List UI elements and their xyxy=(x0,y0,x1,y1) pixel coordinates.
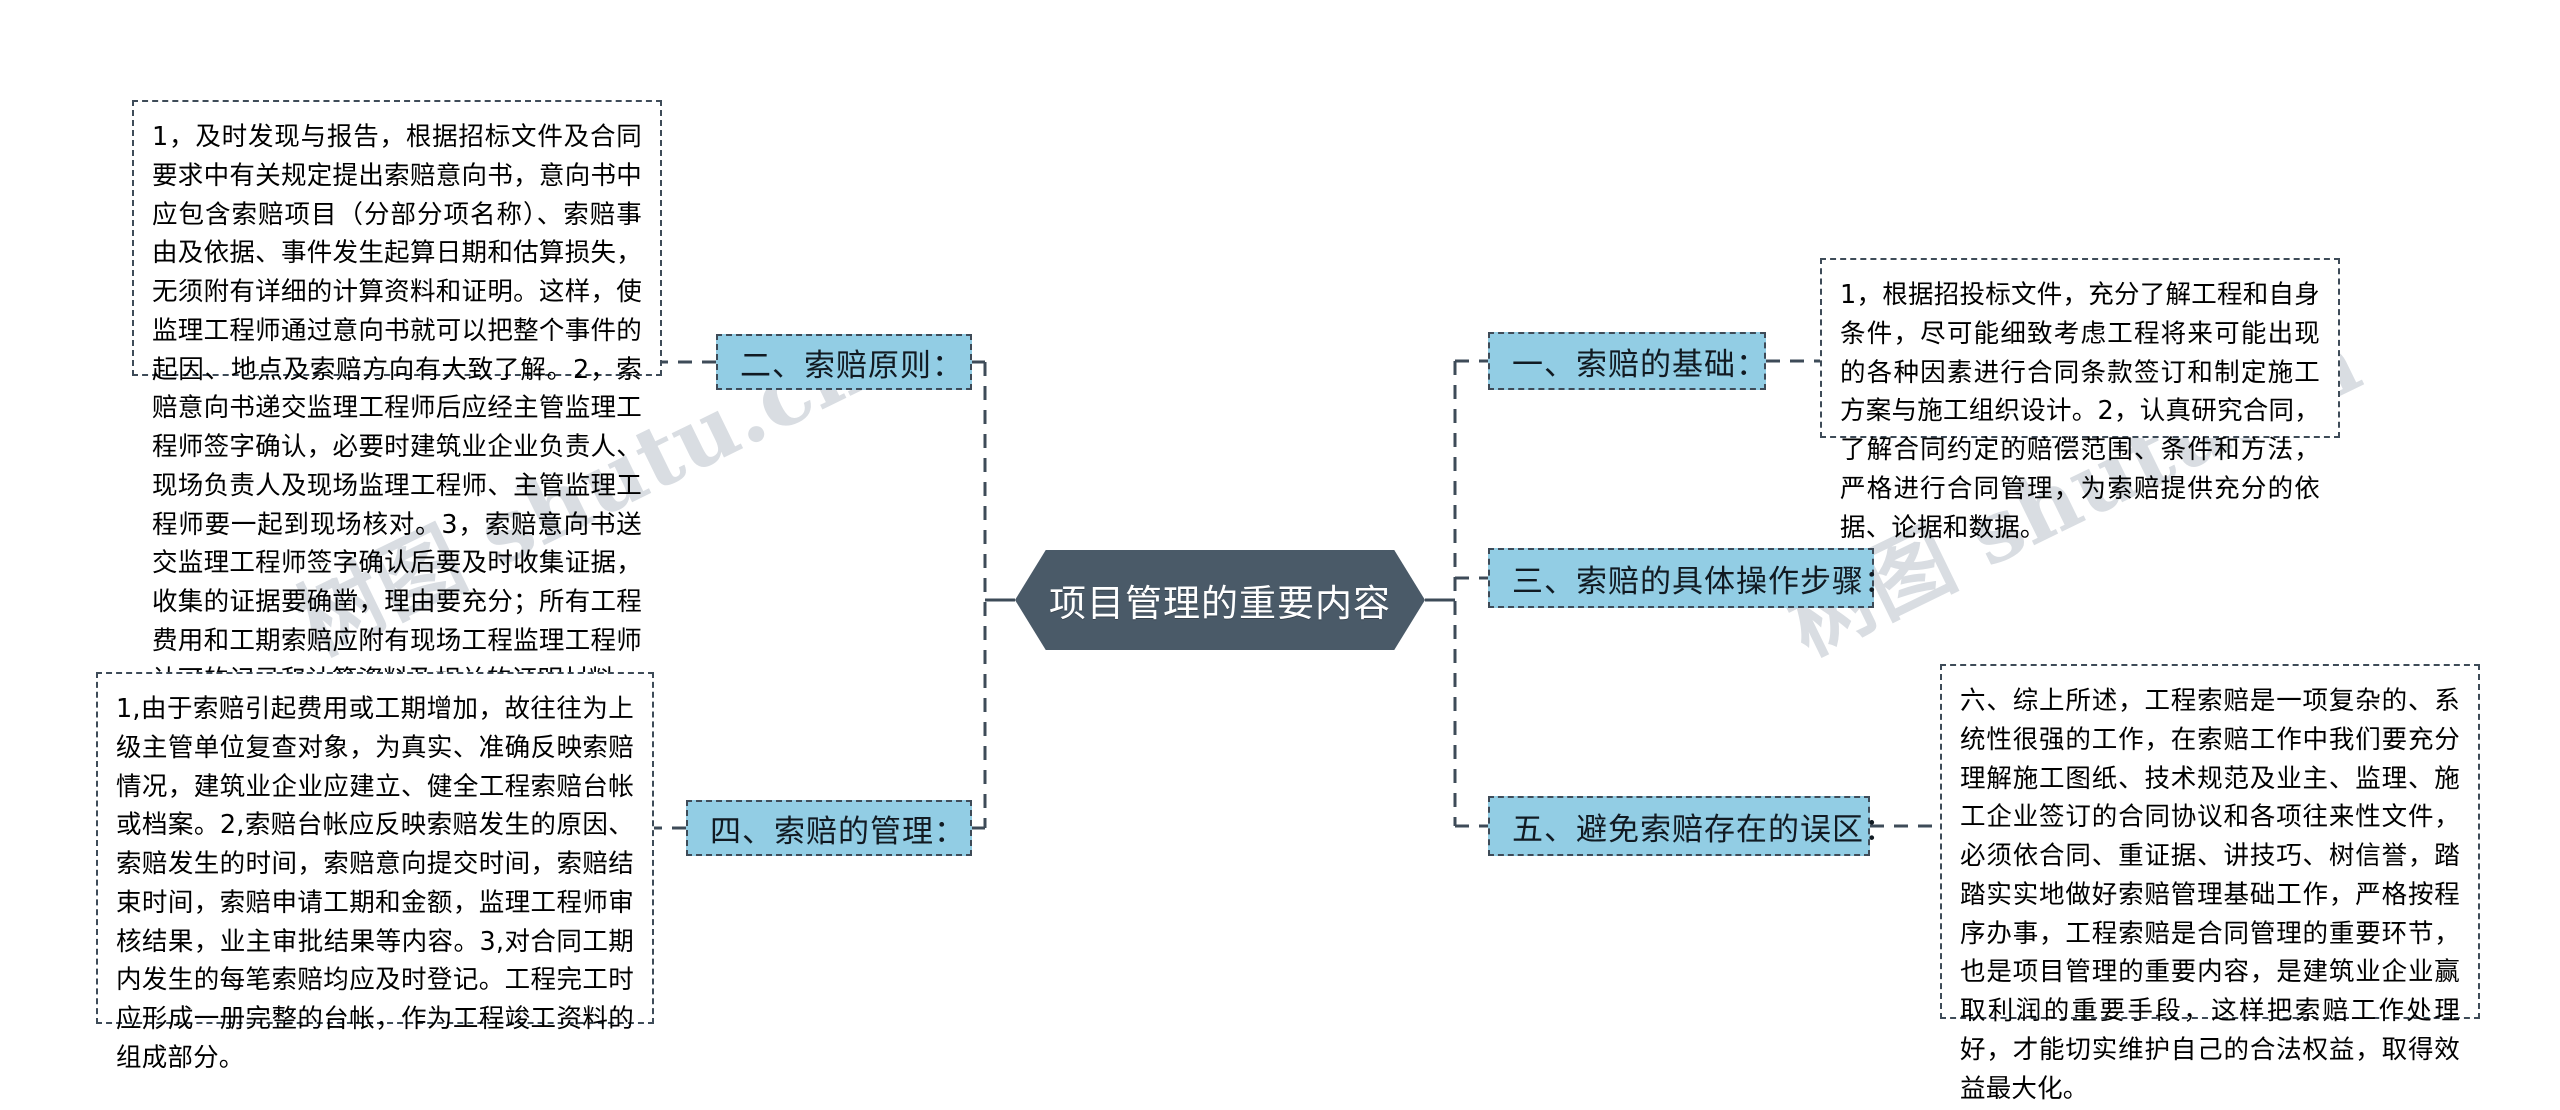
root-node-label: 项目管理的重要内容 xyxy=(1049,582,1391,625)
topic-node-claim-management[interactable]: 四、索赔的管理： xyxy=(686,800,972,856)
detail-box-claim-basis: 1，根据招投标文件，充分了解工程和自身条件，尽可能细致考虑工程将来可能出现的各种… xyxy=(1820,258,2340,543)
topic-node-claim-basis[interactable]: 一、索赔的基础： xyxy=(1488,332,1767,390)
topic-node-avoid-misconceptions[interactable]: 五、避免索赔存在的误区： xyxy=(1488,796,1895,856)
root-node[interactable]: 项目管理的重要内容 xyxy=(1015,550,1425,650)
mindmap-canvas: 树图 shutu.cn 树图 shutu.cn 1，及时发现与报告，根据招标文件… xyxy=(0,0,2560,1110)
detail-box-claim-management: 1,由于索赔引起费用或工期增加，故往往为上级主管单位复查对象，为真实、准确反映索… xyxy=(96,672,654,1073)
detail-box-claim-principles: 1，及时发现与报告，根据招标文件及合同要求中有关规定提出索赔意向书，意向书中应包… xyxy=(132,100,662,695)
topic-node-claim-steps[interactable]: 三、索赔的具体操作步骤： xyxy=(1488,548,1895,608)
topic-node-claim-principles[interactable]: 二、索赔原则： xyxy=(716,334,972,390)
detail-box-avoid-misconceptions: 六、综上所述，工程索赔是一项复杂的、系统性很强的工作，在索赔工作中我们要充分理解… xyxy=(1940,664,2480,1104)
